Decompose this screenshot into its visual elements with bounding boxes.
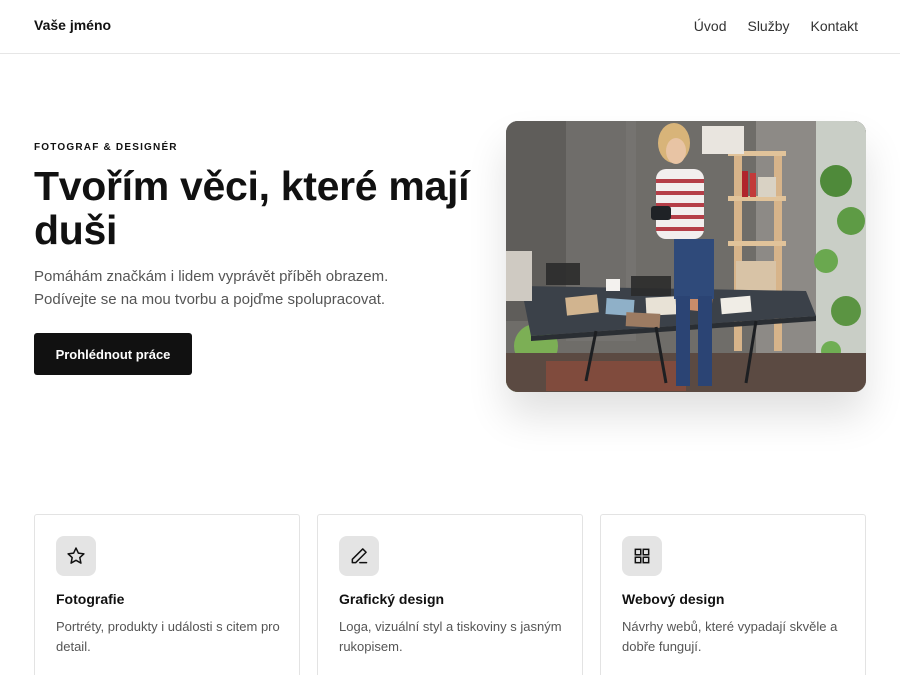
nav-link-kontakt[interactable]: Kontakt xyxy=(811,18,858,34)
view-work-button[interactable]: Prohlédnout práce xyxy=(34,333,192,375)
service-title: Fotografie xyxy=(56,591,125,607)
nav-link-sluzby[interactable]: Služby xyxy=(747,18,789,34)
service-card-web-design[interactable]: Webový design Návrhy webů, které vypadaj… xyxy=(600,514,866,675)
top-navigation: Vaše jméno Úvod Služby Kontakt xyxy=(0,0,900,54)
service-description: Návrhy webů, které vypadají skvěle a dob… xyxy=(622,619,838,654)
brand-name[interactable]: Vaše jméno xyxy=(34,17,111,33)
service-title: Webový design xyxy=(622,591,725,607)
service-description: Portréty, produkty i události s citem pr… xyxy=(56,619,280,654)
hero-subtitle: Pomáhám značkám i lidem vyprávět příběh … xyxy=(34,268,389,308)
services-section: Fotografie Portréty, produkty i události… xyxy=(34,514,866,675)
service-card-graphic-design[interactable]: Grafický design Loga, vizuální styl a ti… xyxy=(317,514,583,675)
service-description: Loga, vizuální styl a tiskoviny s jasným… xyxy=(339,619,562,654)
pencil-icon xyxy=(339,536,379,576)
hero-photo-illustration xyxy=(506,121,866,392)
service-card-photography[interactable]: Fotografie Portréty, produkty i události… xyxy=(34,514,300,675)
nav-links: Úvod Služby Kontakt xyxy=(694,18,858,34)
grid-icon xyxy=(622,536,662,576)
hero-photo xyxy=(506,121,866,392)
nav-link-uvod[interactable]: Úvod xyxy=(694,18,727,34)
hero-title: Tvořím věci, které mají duši xyxy=(34,163,470,253)
hero-eyebrow: FOTOGRAF & DESIGNÉR xyxy=(34,142,178,153)
service-title: Grafický design xyxy=(339,591,445,607)
star-icon xyxy=(56,536,96,576)
